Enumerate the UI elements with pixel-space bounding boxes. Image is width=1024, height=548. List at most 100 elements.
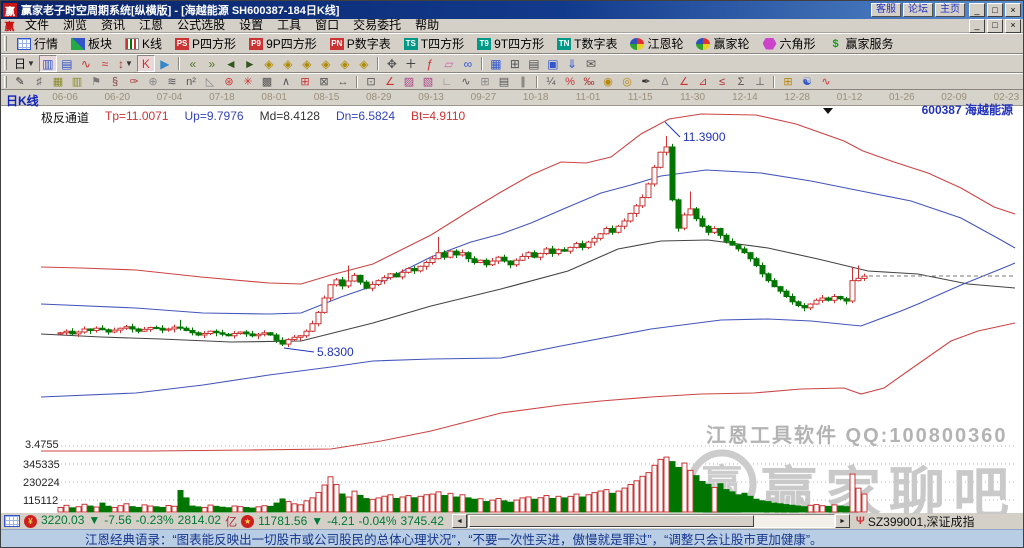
chart-area[interactable]: 06-0606-2007-0407-1808-0108-1508-2909-13… [1, 90, 1023, 512]
spiral-tool-button[interactable]: § [106, 74, 124, 89]
box-cross-button[interactable]: ⊠ [315, 74, 333, 89]
scrollbar-thumb[interactable] [469, 515, 754, 527]
grid-square-button[interactable]: ▦ [49, 74, 67, 89]
minimize-button[interactable]: _ [969, 3, 985, 17]
close-button[interactable]: × [1005, 3, 1021, 17]
steps-tool-button[interactable]: Σ [732, 74, 750, 89]
flag-tool-button[interactable]: ⚑ [87, 74, 105, 89]
triangle-measure-button[interactable]: ◺ [201, 74, 219, 89]
next-bar-button[interactable]: ► [241, 55, 259, 72]
last-page-button[interactable]: » [203, 55, 221, 72]
menu-item-gann[interactable]: 江恩 [132, 19, 170, 32]
trend-chart-small-button[interactable]: ≈ [96, 55, 114, 72]
winner-service-button[interactable]: $赢家服务 [823, 34, 900, 53]
shaded-box-2-button[interactable]: ▧ [419, 74, 437, 89]
row-grid-button[interactable]: ▤ [495, 74, 513, 89]
zoom-out-horizontal-button[interactable]: ◈ [317, 55, 335, 72]
n-square-button[interactable]: n² [182, 74, 200, 89]
shaded-box-button[interactable]: ▨ [400, 74, 418, 89]
hand-drag-button[interactable]: ✥ [383, 55, 401, 72]
menu-item-settings[interactable]: 设置 [232, 19, 270, 32]
kline-button[interactable]: K线 [119, 34, 168, 53]
permille-lines-button[interactable]: ‰ [580, 74, 598, 89]
zigzag-wave-button[interactable]: ∿ [457, 74, 475, 89]
save-image-button[interactable]: ▣ [544, 55, 562, 72]
kline-view-button[interactable]: K [137, 55, 155, 72]
scrollbar-track[interactable] [467, 514, 835, 528]
brush-tool-button[interactable]: ✑ [125, 74, 143, 89]
menu-item-window[interactable]: 窗口 [308, 19, 346, 32]
menu-item-file[interactable]: 文件 [18, 19, 56, 32]
child-minimize-button[interactable]: _ [969, 19, 985, 33]
angle-line-button[interactable]: ∟ [438, 74, 456, 89]
parallel-lines-button[interactable]: ∥ [514, 74, 532, 89]
triangle-tool-button[interactable]: ∆ [656, 74, 674, 89]
width-measure-button[interactable]: ↔ [334, 74, 352, 89]
compress-vertical-button[interactable]: ◈ [355, 55, 373, 72]
child-restore-button[interactable]: □ [987, 19, 1003, 33]
restore-button[interactable]: □ [987, 3, 1003, 17]
window-box-button[interactable]: ⊡ [362, 74, 380, 89]
winner-wheel-button[interactable]: 赢家轮 [690, 34, 755, 53]
send-mail-button[interactable]: ✉ [582, 55, 600, 72]
child-close-button[interactable]: × [1005, 19, 1021, 33]
matrix-grid-button[interactable]: ⊞ [779, 74, 797, 89]
plus-grid-button[interactable]: ⊞ [476, 74, 494, 89]
grid-square-2-button[interactable]: ▥ [68, 74, 86, 89]
candle-type-button[interactable]: ↕▼ [115, 55, 136, 72]
f10-info-button[interactable]: ▤ [58, 55, 76, 72]
menu-item-news[interactable]: 资讯 [94, 19, 132, 32]
p-square-button[interactable]: PSP四方形 [169, 34, 242, 53]
angle-tool-3-button[interactable]: ≤ [713, 74, 731, 89]
titlebar-link-home[interactable]: 主页 [935, 3, 965, 17]
t9-square-button[interactable]: T99T四方形 [471, 34, 550, 53]
titlebar-link-service[interactable]: 客服 [871, 3, 901, 17]
horizontal-scrollbar[interactable]: ◄ ► [452, 514, 850, 528]
zoom-right-button[interactable]: ◈ [279, 55, 297, 72]
zoom-left-button[interactable]: ◈ [260, 55, 278, 72]
peak-mark-button[interactable]: ∧ [277, 74, 295, 89]
sz-index-icon[interactable]: ★ [241, 515, 254, 528]
expand-vertical-button[interactable]: ◈ [336, 55, 354, 72]
ink-marker-button[interactable]: ✒ [637, 74, 655, 89]
scroll-left-button[interactable]: ◄ [452, 514, 467, 528]
t-number-table-button[interactable]: TNT数字表 [551, 34, 623, 53]
menu-item-browse[interactable]: 浏览 [56, 19, 94, 32]
sh-index-icon[interactable]: ¥ [24, 515, 37, 528]
period-day-button[interactable]: 日▼ [11, 55, 38, 72]
golden-circle-button[interactable]: ◎ [618, 74, 636, 89]
time-cycle-button[interactable]: ≋ [163, 74, 181, 89]
eraser-button[interactable]: ▱ [440, 55, 458, 72]
prev-bar-button[interactable]: ◄ [222, 55, 240, 72]
p9-square-button[interactable]: P99P四方形 [243, 34, 323, 53]
titlebar-link-forum[interactable]: 论坛 [903, 3, 933, 17]
right-angle-button[interactable]: ⊿ [694, 74, 712, 89]
menu-item-tools[interactable]: 工具 [270, 19, 308, 32]
gann-target-button[interactable]: ⊛ [220, 74, 238, 89]
replay-button[interactable]: ▶ [156, 55, 174, 72]
scroll-right-button[interactable]: ► [835, 514, 850, 528]
price-box-button[interactable]: ▩ [258, 74, 276, 89]
gann-wheel-button[interactable]: 江恩轮 [624, 34, 689, 53]
star-rays-button[interactable]: ✳ [239, 74, 257, 89]
menu-item-help[interactable]: 帮助 [408, 19, 446, 32]
menu-item-trade[interactable]: 交易委托 [346, 19, 408, 32]
gann-line-set-button[interactable]: ♯ [30, 74, 48, 89]
first-page-button[interactable]: « [184, 55, 202, 72]
percent-lines-button[interactable]: % [561, 74, 579, 89]
gann-fan-button[interactable]: ∠ [381, 74, 399, 89]
sectors-button[interactable]: 板块 [65, 34, 118, 53]
ratio-lines-button[interactable]: ¼ [542, 74, 560, 89]
baseline-tool-button[interactable]: ⊥ [751, 74, 769, 89]
hexagon-button[interactable]: 六角形 [757, 34, 822, 53]
menu-item-formula-pick[interactable]: 公式选股 [170, 19, 232, 32]
t-square-button[interactable]: TST四方形 [398, 34, 470, 53]
circle-rings-button[interactable]: ⊕ [144, 74, 162, 89]
add-marker-button[interactable]: ＋ [402, 55, 420, 72]
zoom-in-horizontal-button[interactable]: ◈ [298, 55, 316, 72]
golden-section-button[interactable]: ◉ [599, 74, 617, 89]
minute-chart-button[interactable]: ▥ [39, 55, 57, 72]
calculator-button[interactable]: ⊞ [506, 55, 524, 72]
pen-tool-button[interactable]: ✎ [11, 74, 29, 89]
quote-board-icon[interactable] [4, 515, 20, 527]
